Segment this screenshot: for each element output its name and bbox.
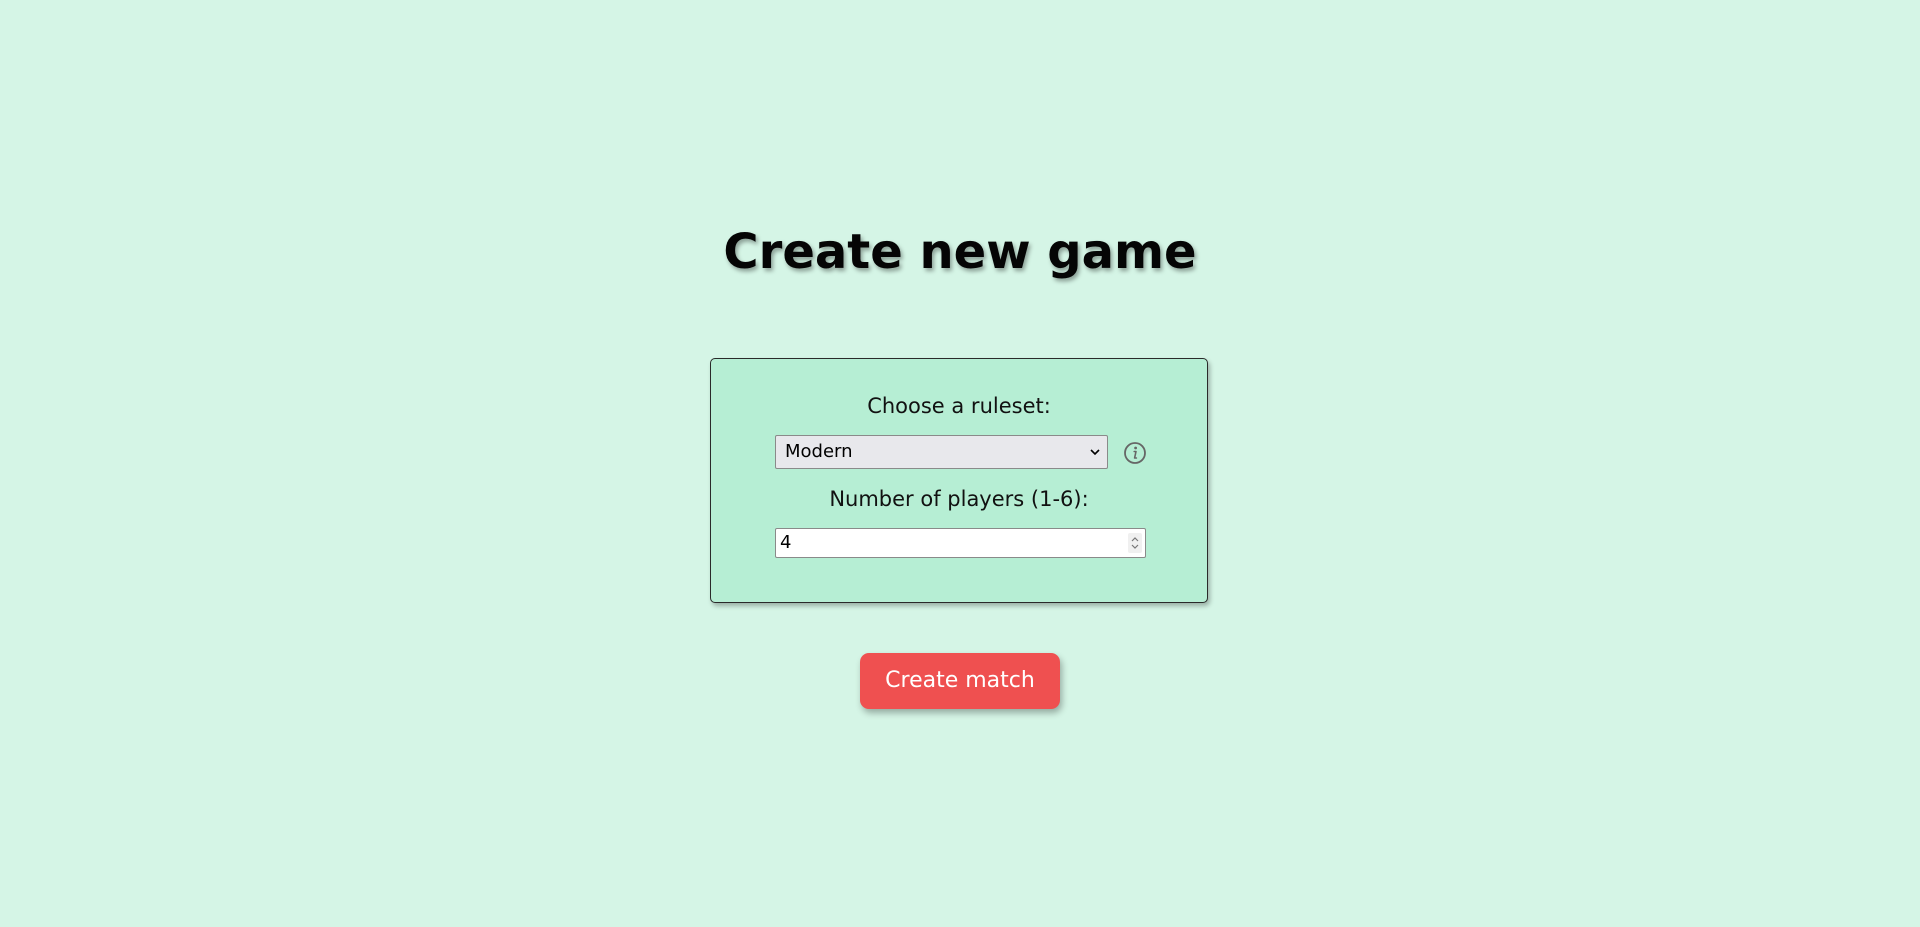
create-match-button[interactable]: Create match <box>860 653 1060 709</box>
page: Create new game Choose a ruleset: Modern… <box>0 0 1920 927</box>
chevron-down-icon <box>1090 449 1100 456</box>
players-input-value: 4 <box>780 532 792 553</box>
game-settings-panel: Choose a ruleset: Modern Number of playe… <box>710 358 1208 603</box>
players-input[interactable]: 4 <box>775 528 1146 558</box>
info-icon[interactable] <box>1123 441 1147 465</box>
ruleset-label: Choose a ruleset: <box>867 394 1051 418</box>
players-label: Number of players (1-6): <box>829 487 1089 511</box>
spinner-icon[interactable] <box>1128 533 1142 553</box>
ruleset-select[interactable]: Modern <box>775 435 1108 469</box>
page-title: Create new game <box>723 224 1197 280</box>
ruleset-select-value: Modern <box>785 441 853 462</box>
